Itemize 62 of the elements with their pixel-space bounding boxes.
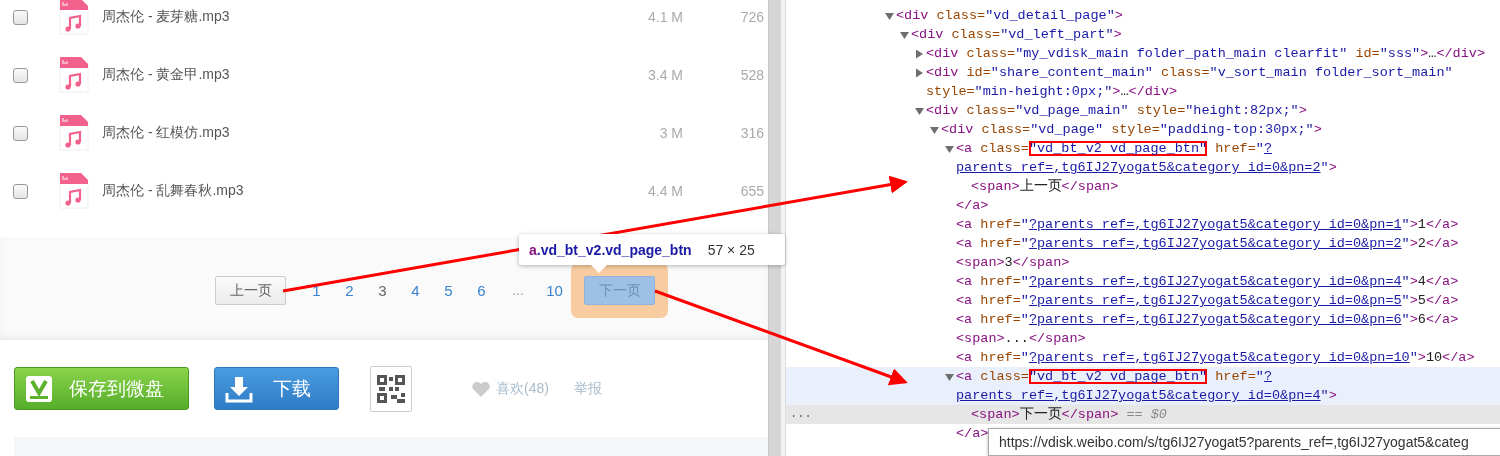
expanded-triangle-icon[interactable]	[944, 372, 956, 382]
file-name[interactable]: 周杰伦 - 乱舞春秋.mp3	[102, 182, 603, 200]
file-size: 3 M	[658, 125, 683, 141]
code-line[interactable]: <span>3</span>	[956, 253, 1492, 272]
code-line[interactable]: <a href="?parents_ref=,tg6IJ27yogat5&category_id=0&pn=1">1</a>	[956, 215, 1492, 234]
code-line[interactable]: <a href="?parents_ref=,tg6IJ27yogat5&category_id=0&pn=10">10</a>	[956, 348, 1492, 367]
checkbox[interactable]	[13, 9, 28, 25]
code-line[interactable]: <div class="my_vdisk_main folder_path_main clearfit" id="sss">…</div>	[926, 44, 1492, 63]
code-line[interactable]: <div class="vd_page" style="padding-top:30px;">	[941, 120, 1492, 139]
inspect-tooltip: a.vd_bt_v2.vd_page_btn 57 × 25	[519, 234, 785, 265]
code-line[interactable]: <span>下一页</span> == $0	[971, 405, 1492, 424]
heart-icon	[471, 379, 491, 398]
music-file-icon	[59, 114, 89, 152]
music-file-icon	[59, 172, 89, 210]
checkbox[interactable]	[13, 67, 28, 83]
code-line[interactable]: <a href="?parents_ref=,tg6IJ27yogat5&category_id=0&pn=4">4</a>	[956, 272, 1492, 291]
page-link[interactable]: 3	[366, 276, 399, 305]
download-count: 528	[739, 67, 764, 83]
code-line[interactable]: <a href="?parents_ref=,tg6IJ27yogat5&category_id=0&pn=2">2</a>	[956, 234, 1492, 253]
link-tooltip: https://vdisk.weibo.com/s/tg6IJ27yogat5?parents_ref=,tg6IJ27yogat5&categ	[988, 428, 1500, 456]
download-count: 655	[739, 183, 764, 199]
download-button[interactable]: 下载	[214, 367, 339, 410]
tooltip-pointer	[591, 265, 607, 273]
music-file-icon	[59, 56, 89, 94]
page-link[interactable]: 6	[465, 276, 498, 305]
code-line[interactable]: <div id="share_content_main" class="v_sort_main folder_sort_main" style="min-height:0px;">…</div>	[926, 63, 1492, 101]
code-line[interactable]: </a>	[956, 196, 1492, 215]
page-link[interactable]: 2	[333, 276, 366, 305]
file-size: 4.4 M	[647, 183, 683, 199]
page-link[interactable]: 5	[432, 276, 465, 305]
download-icon	[225, 374, 253, 403]
checkbox[interactable]	[13, 125, 28, 141]
page-link[interactable]: 1	[300, 276, 333, 305]
code-line[interactable]: <div class="vd_left_part">	[911, 25, 1492, 44]
code-line[interactable]: <a href="?parents_ref=,tg6IJ27yogat5&category_id=0&pn=5">5</a>	[956, 291, 1492, 310]
code-line[interactable]: <span>...</span>	[956, 329, 1492, 348]
file-name[interactable]: 周杰伦 - 麦芽糖.mp3	[102, 8, 603, 26]
expanded-triangle-icon[interactable]	[929, 125, 941, 135]
v-logo-icon	[25, 374, 53, 403]
qr-code-button[interactable]	[370, 365, 412, 412]
file-size: 3.4 M	[647, 67, 683, 83]
scrollbar[interactable]	[768, 0, 785, 456]
file-size: 4.1 M	[647, 9, 683, 25]
code-line[interactable]: <div class="vd_page_main" style="height:82px;">	[926, 101, 1492, 120]
page-ellipsis: ...	[511, 281, 525, 300]
page-link[interactable]: 10	[538, 276, 571, 305]
code-line[interactable]: <a href="?parents_ref=,tg6IJ27yogat5&category_id=0&pn=6">6</a>	[956, 310, 1492, 329]
checkbox[interactable]	[13, 183, 28, 199]
expanded-triangle-icon[interactable]	[914, 106, 926, 116]
expanded-triangle-icon[interactable]	[884, 11, 896, 21]
code-line[interactable]: <span>上一页</span>	[971, 177, 1492, 196]
download-count: 726	[739, 9, 764, 25]
gutter-ellipsis[interactable]: ...	[790, 405, 812, 424]
download-count: 316	[739, 125, 764, 141]
expanded-triangle-icon[interactable]	[899, 30, 911, 40]
file-name[interactable]: 周杰伦 - 黄金甲.mp3	[102, 66, 603, 84]
qr-code-icon	[376, 373, 406, 404]
prev-page-button[interactable]: 上一页	[215, 276, 286, 305]
file-name[interactable]: 周杰伦 - 红模仿.mp3	[102, 124, 603, 142]
page-link[interactable]: 4	[399, 276, 432, 305]
code-line[interactable]: <div class="vd_detail_page">	[896, 6, 1492, 25]
expanded-triangle-icon[interactable]	[944, 144, 956, 154]
